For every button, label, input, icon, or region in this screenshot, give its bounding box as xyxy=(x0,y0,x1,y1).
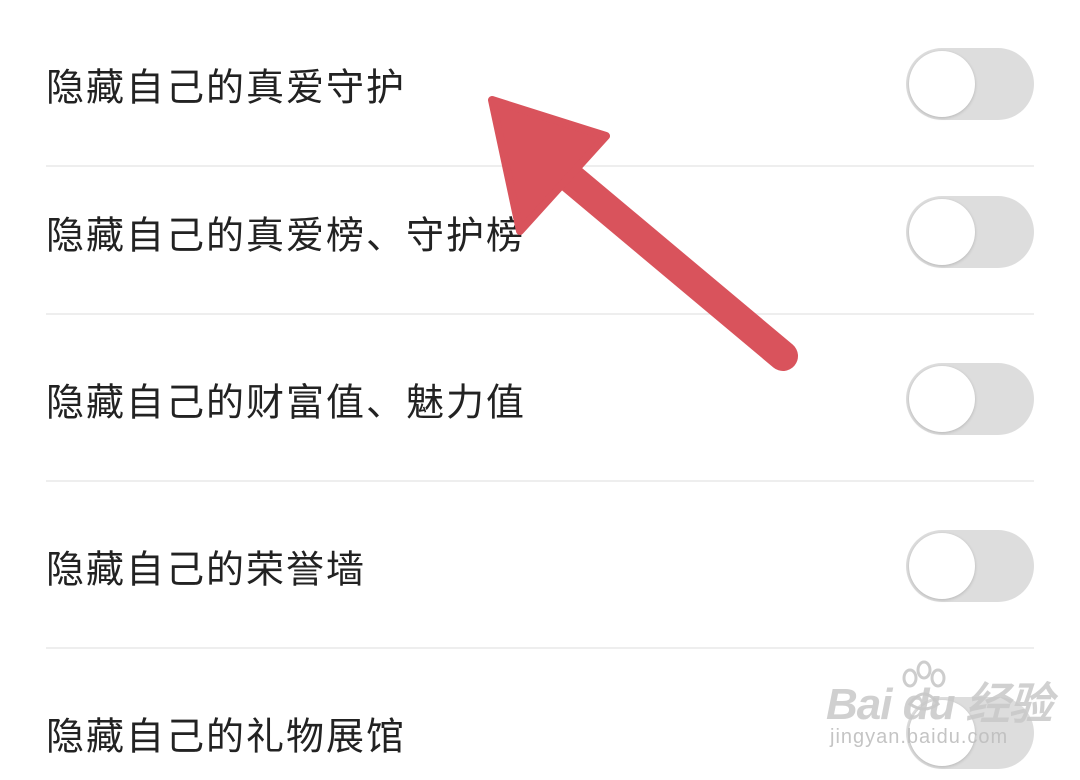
privacy-settings-page: 隐藏自己的真爱守护 隐藏自己的真爱榜、守护榜 隐藏自己的财富值、魅力值 隐藏自己… xyxy=(0,0,1080,780)
toggle-knob xyxy=(909,198,975,265)
settings-row-hide-honor-wall: 隐藏自己的荣誉墙 xyxy=(0,482,1080,649)
toggle-knob xyxy=(909,699,975,766)
hide-true-love-guard-toggle[interactable] xyxy=(906,47,1034,120)
settings-row-hide-true-love-guard: 隐藏自己的真爱守护 xyxy=(0,0,1080,167)
setting-label: 隐藏自己的荣誉墙 xyxy=(46,547,367,591)
settings-row-hide-love-guard-rankings: 隐藏自己的真爱榜、守护榜 xyxy=(0,148,1080,315)
settings-row-hide-gift-gallery: 隐藏自己的礼物展馆 xyxy=(0,649,1080,780)
setting-label: 隐藏自己的真爱守护 xyxy=(46,65,407,109)
toggle-knob xyxy=(909,532,975,599)
toggle-knob xyxy=(909,365,975,432)
settings-row-hide-wealth-charm: 隐藏自己的财富值、魅力值 xyxy=(0,315,1080,482)
setting-label: 隐藏自己的真爱榜、守护榜 xyxy=(46,213,527,257)
hide-wealth-charm-toggle[interactable] xyxy=(906,362,1034,435)
toggle-knob xyxy=(909,50,975,117)
hide-gift-gallery-toggle[interactable] xyxy=(906,696,1034,769)
setting-label: 隐藏自己的礼物展馆 xyxy=(46,714,407,758)
hide-honor-wall-toggle[interactable] xyxy=(906,529,1034,602)
setting-label: 隐藏自己的财富值、魅力值 xyxy=(46,380,527,424)
hide-love-guard-rankings-toggle[interactable] xyxy=(906,195,1034,268)
